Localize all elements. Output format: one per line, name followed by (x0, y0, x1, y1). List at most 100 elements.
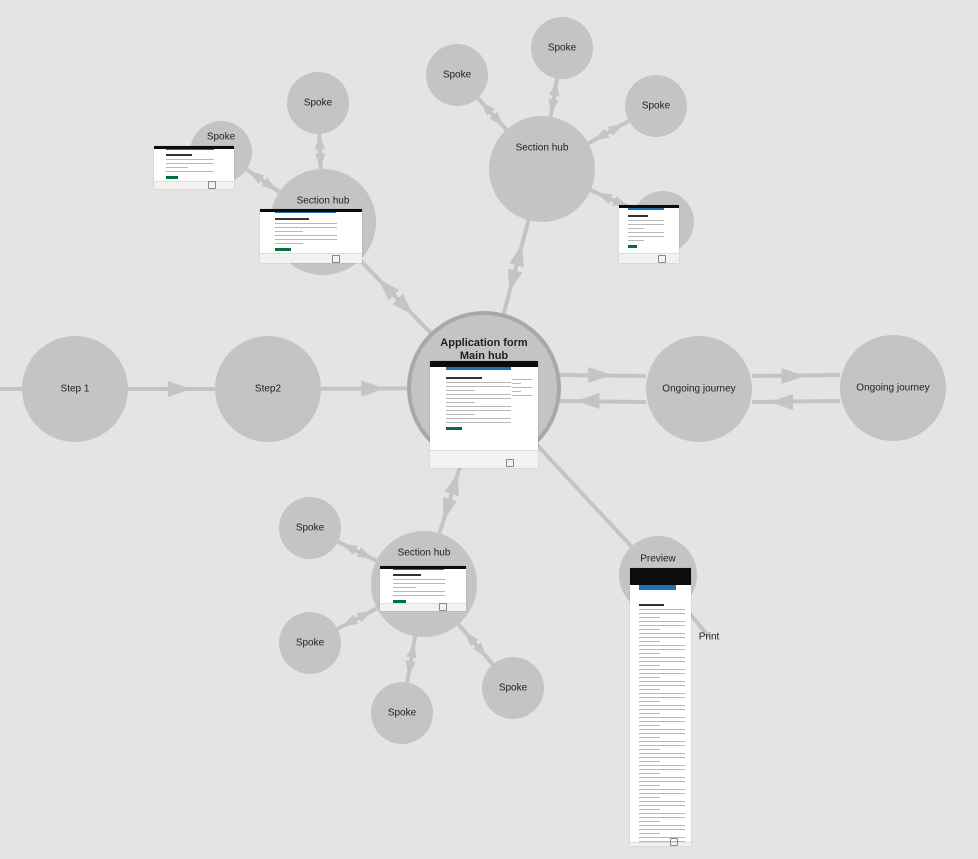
thumb-content (446, 374, 511, 445)
edge-hub_top_right-to-spoke_tr_2 (548, 78, 560, 118)
node-label: Section hub (297, 196, 350, 207)
edge-line (456, 622, 495, 666)
edge-line-back (558, 399, 647, 404)
arrowhead-back (507, 268, 523, 292)
arrowhead-back (769, 393, 793, 411)
node-label: Spoke (388, 708, 417, 719)
arrowhead-forward (167, 380, 192, 398)
thumb-phase-banner (392, 568, 445, 570)
thumb-content (639, 601, 685, 846)
node-label: Spoke (642, 101, 671, 112)
node-label: Section hub (398, 548, 451, 559)
arrowhead-forward (361, 380, 385, 397)
edge-hub_top_right-to-spoke_tr_1 (476, 96, 508, 132)
arrowhead-forward (781, 367, 806, 385)
edge-step1-to-step2 (128, 380, 215, 398)
edge-line (358, 258, 434, 336)
node-label: Ongoing journey (662, 384, 735, 395)
thumb-phase-banner (639, 584, 676, 591)
edge-main_hub-to-hub_top_right (501, 219, 531, 317)
thumb-footer (380, 602, 466, 611)
edge-line-back (751, 399, 841, 404)
thumb-footer (154, 180, 234, 189)
node-label: Ongoing journey (856, 383, 929, 394)
arrowhead-back (593, 128, 610, 141)
spoke-tl-page-thumbnail[interactable] (154, 146, 234, 189)
edge-hub_bottom-to-spoke_b_4 (456, 622, 495, 666)
edge-line (437, 459, 464, 534)
edge-hub_bottom-to-spoke_b_3 (405, 635, 418, 683)
thumb-content (628, 212, 664, 250)
arrowhead-back (444, 472, 459, 497)
arrowhead-back (356, 610, 373, 623)
node-label: Spoke (304, 98, 333, 109)
edge-step2-to-main_hub (320, 380, 410, 397)
section-hub-tl-page-thumbnail[interactable] (260, 209, 362, 263)
arrowhead-forward (607, 123, 624, 136)
thumb-content (275, 215, 337, 252)
crest-icon (331, 254, 340, 263)
arrowhead-back (314, 153, 326, 169)
node-label: Print (699, 632, 720, 643)
thumb-footer (260, 253, 362, 263)
crest-icon (208, 180, 217, 189)
node-label: Preview (640, 554, 676, 565)
thumb-continue-button (628, 244, 637, 248)
edge-main_hub-to-hub_bottom (437, 459, 464, 534)
edge-ongoing1-to-ongoing2 (751, 367, 841, 411)
arrowhead-forward (314, 134, 326, 150)
edge-hub_top_left-to-spoke_tl_2 (245, 167, 281, 194)
node-label: Spoke (296, 523, 325, 534)
arrowhead-forward (442, 496, 458, 521)
main-hub-page-thumbnail[interactable] (430, 361, 538, 468)
arrowhead-back (596, 193, 613, 204)
edge-hub_top_left-to-spoke_tl_1 (314, 133, 326, 170)
node-label: Spoke (443, 70, 472, 81)
edge-hub_bottom-to-spoke_b_1 (336, 539, 378, 563)
edge-main_hub-to-preview (533, 441, 633, 548)
node-label: Spoke (207, 132, 236, 143)
node-label: Section hub (516, 143, 569, 154)
thumb-sidebar (512, 376, 532, 399)
section-hub-b-page-thumbnail[interactable] (380, 566, 466, 611)
thumb-continue-button (275, 248, 291, 252)
edge-hub_bottom-to-spoke_b_2 (336, 606, 378, 631)
node-label-line1: Application form (440, 337, 528, 349)
edge-line (533, 441, 633, 548)
thumb-phase-banner (446, 367, 511, 370)
crest-icon (657, 254, 666, 263)
edge-hub_top_right-to-spoke_tr_3 (587, 119, 630, 146)
thumb-footer (630, 837, 691, 846)
thumb-footer (619, 252, 679, 263)
spoke-tr-page-thumbnail[interactable] (619, 205, 679, 263)
arrowhead-forward (341, 543, 358, 555)
thumb-continue-button (446, 426, 463, 430)
arrowhead-forward (509, 243, 524, 268)
thumb-footer (430, 449, 538, 468)
thumb-phase-banner (166, 148, 214, 150)
edge-main_hub-to-hub_top_left (358, 258, 434, 336)
node-hub-top-right[interactable] (489, 116, 595, 222)
edge-line (501, 219, 531, 317)
node-circle (489, 116, 595, 222)
node-label: Step 1 (61, 384, 90, 395)
node-label: Spoke (548, 43, 577, 54)
node-label: Step2 (255, 384, 282, 395)
thumb-phase-banner (628, 208, 664, 210)
node-label: Spoke (296, 638, 325, 649)
arrowhead-back (575, 392, 600, 410)
arrowhead-forward (342, 614, 358, 627)
crest-icon (669, 837, 678, 846)
crest-icon (439, 602, 448, 611)
node-label: Spoke (499, 683, 528, 694)
edge-main_hub-to-ongoing1 (558, 366, 647, 410)
thumb-content (166, 151, 214, 180)
crest-icon (506, 459, 515, 468)
thumb-content (392, 571, 445, 604)
arrowhead-back (356, 547, 373, 559)
thumb-header-bar (630, 568, 691, 585)
arrowhead-forward (588, 366, 612, 384)
thumb-phase-banner (275, 212, 337, 214)
preview-page-thumbnail[interactable] (630, 568, 691, 846)
thumb-continue-button (166, 176, 178, 180)
